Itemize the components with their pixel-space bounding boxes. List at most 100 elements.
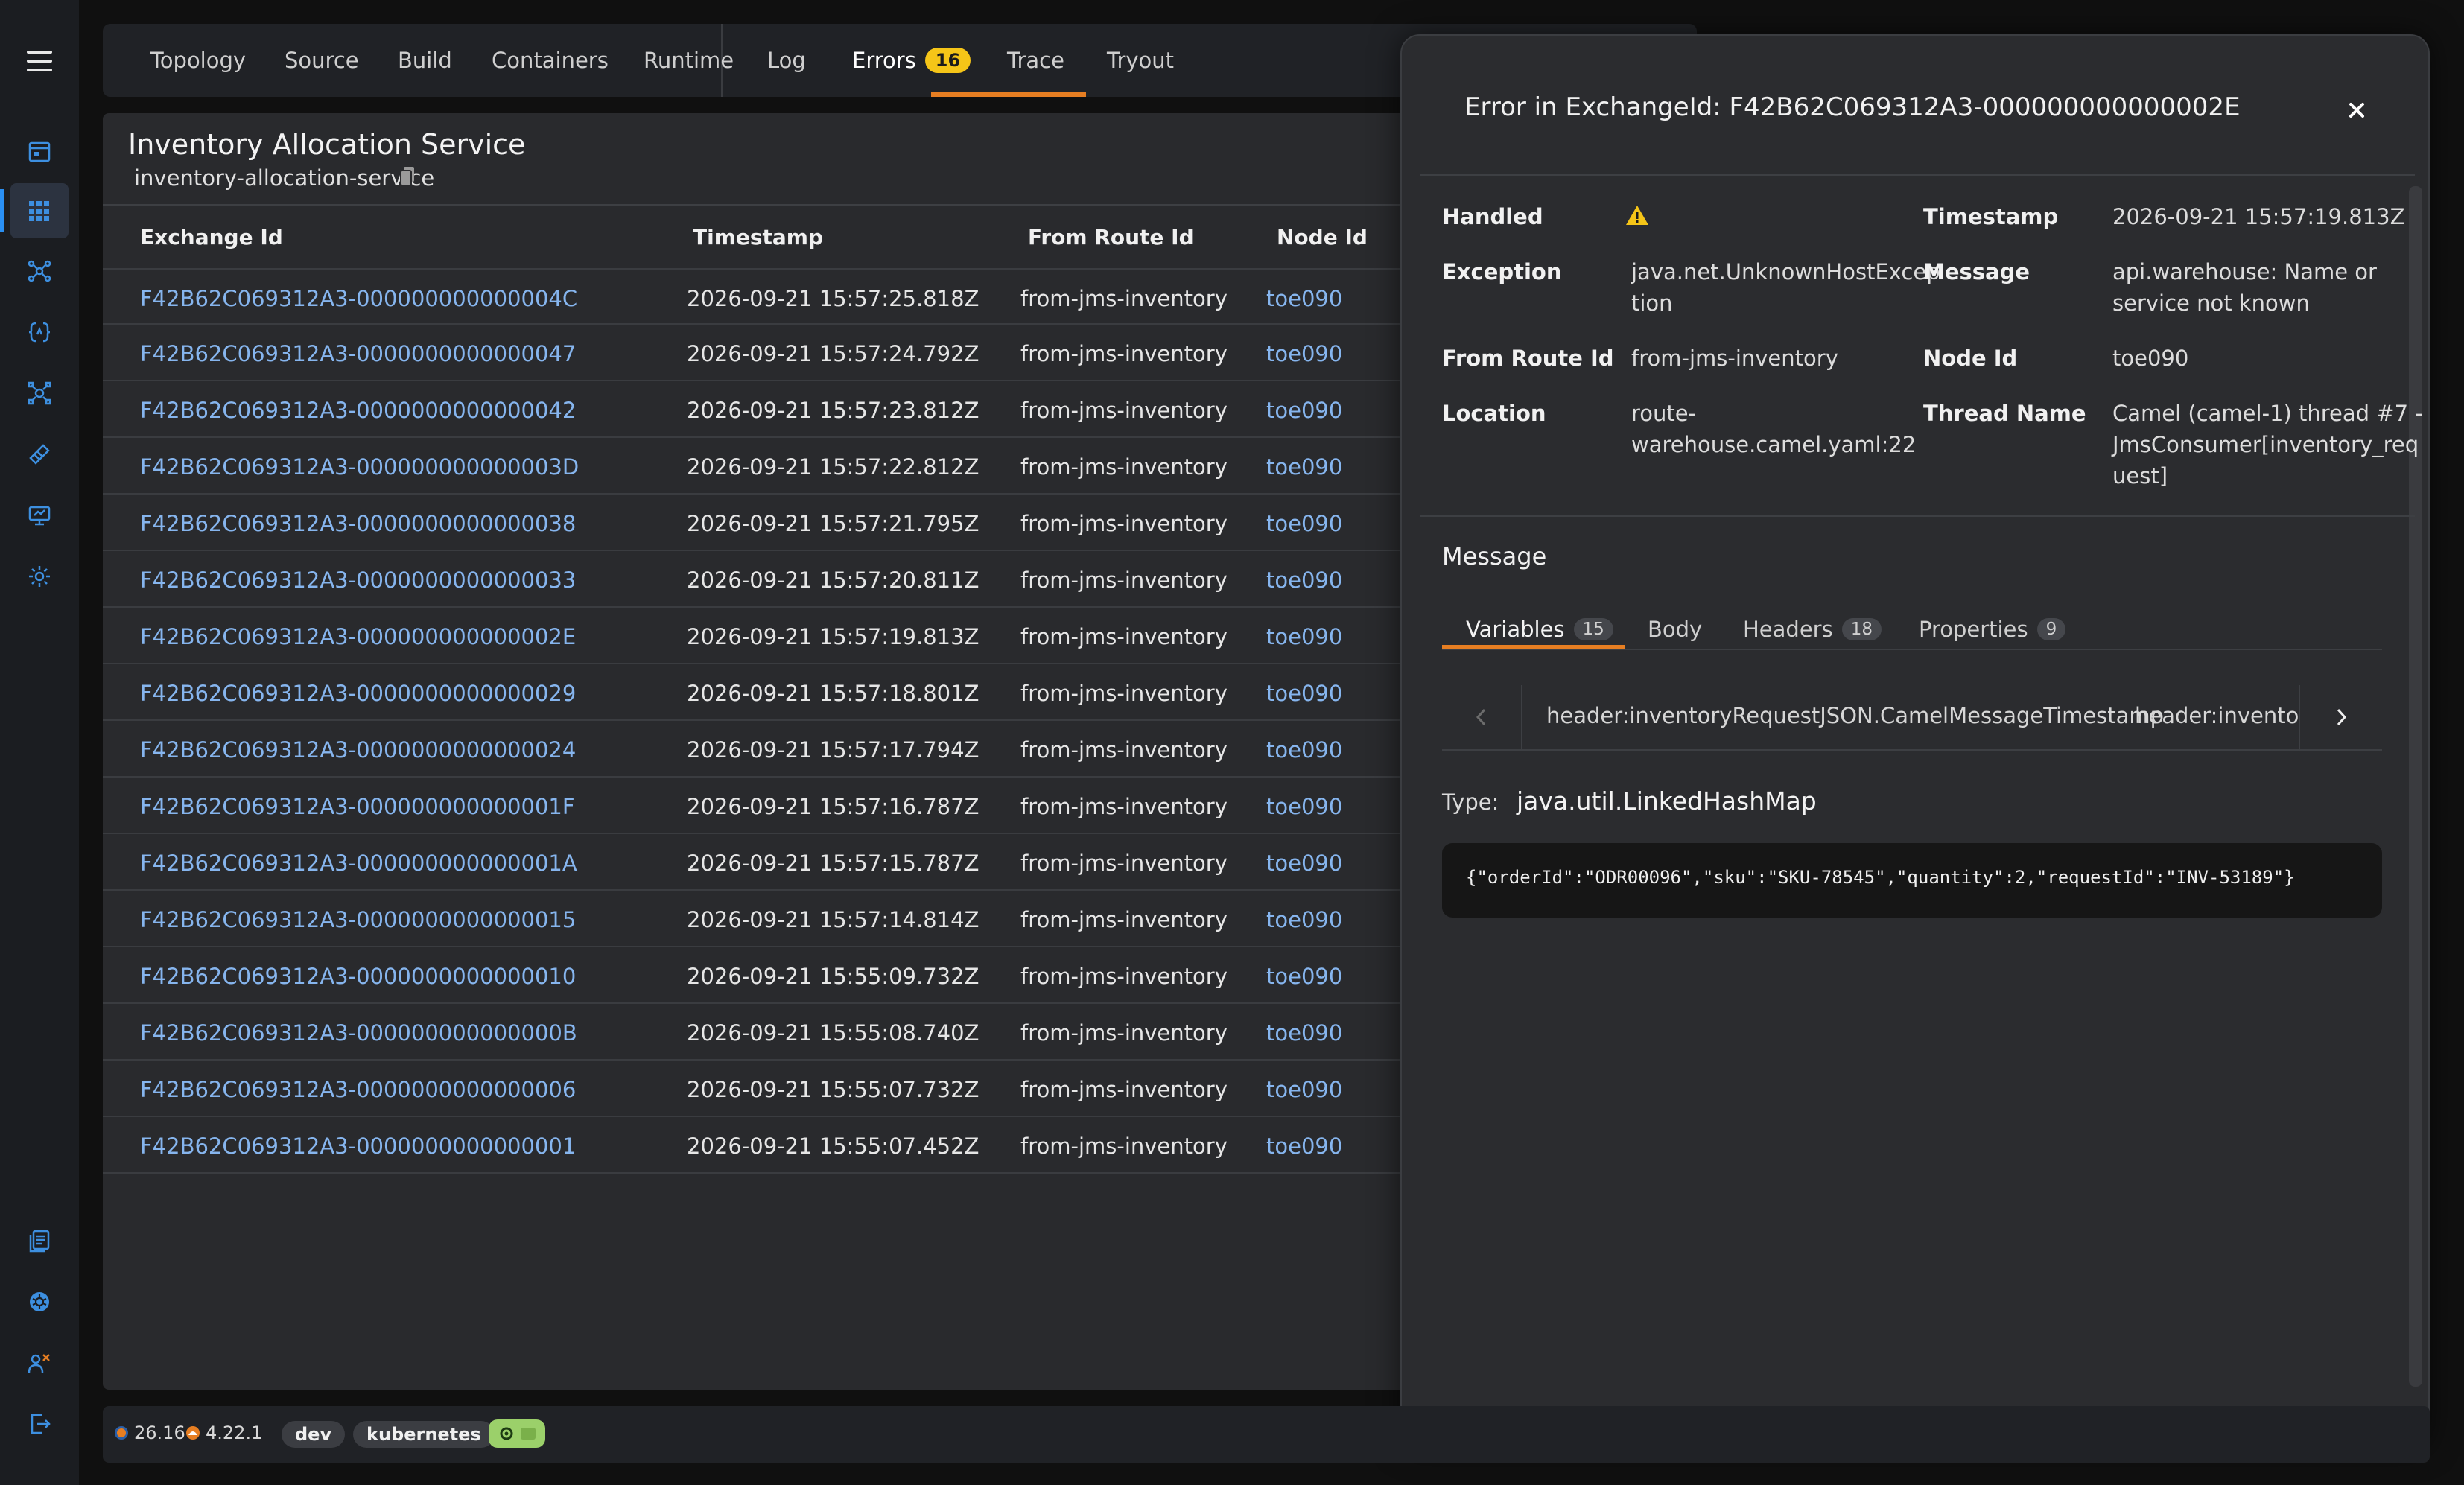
documents-icon[interactable] (25, 1226, 54, 1256)
headers-count: 18 (1841, 618, 1882, 640)
message-value-line-2: service not known (2112, 290, 2310, 316)
service-title: Inventory Allocation Service (128, 128, 526, 161)
variable-item[interactable]: header:inventoryRequestJSON.CamelMessage… (1546, 703, 2164, 728)
node-id-cell[interactable]: toe090 (1266, 681, 1342, 706)
dev-mode-toggle[interactable] (489, 1419, 545, 1448)
scroll-right-button[interactable] (2299, 685, 2382, 749)
node-id-cell[interactable]: toe090 (1266, 850, 1342, 876)
from-route-cell: from-jms-inventory (1020, 286, 1228, 311)
tab-build[interactable]: Build (398, 24, 452, 97)
exchange-id-cell[interactable]: F42B62C069312A3-0000000000000042 (140, 398, 576, 423)
subtab-properties[interactable]: Properties 9 (1919, 617, 2066, 642)
tab-errors[interactable]: Errors 16 (852, 24, 971, 97)
node-id-cell[interactable]: toe090 (1266, 737, 1342, 763)
subtab-variables[interactable]: Variables 15 (1466, 617, 1613, 642)
from-route-cell: from-jms-inventory (1020, 1133, 1228, 1159)
col-header-node-id[interactable]: Node Id (1277, 225, 1368, 249)
node-id-cell[interactable]: toe090 (1266, 1077, 1342, 1102)
node-id-cell[interactable]: toe090 (1266, 794, 1342, 819)
from-route-cell: from-jms-inventory (1020, 624, 1228, 649)
monitor-icon[interactable] (25, 500, 54, 530)
exchange-id-cell[interactable]: F42B62C069312A3-000000000000003D (140, 454, 579, 480)
tab-log[interactable]: Log (767, 24, 806, 97)
tab-tryout[interactable]: Tryout (1107, 24, 1174, 97)
node-id-cell[interactable]: toe090 (1266, 286, 1342, 311)
exchange-id-cell[interactable]: F42B62C069312A3-000000000000000B (140, 1020, 577, 1046)
node-id-cell[interactable]: toe090 (1266, 567, 1342, 593)
timestamp-value: 2026-09-21 15:57:19.813Z (2112, 204, 2405, 229)
exchange-id-cell[interactable]: F42B62C069312A3-000000000000004C (140, 286, 577, 311)
exchange-id-cell[interactable]: F42B62C069312A3-0000000000000029 (140, 681, 576, 706)
errors-count-badge: 16 (924, 48, 971, 73)
copy-icon[interactable] (399, 165, 416, 188)
tab-trace[interactable]: Trace (1007, 24, 1064, 97)
from-route-cell: from-jms-inventory (1020, 1020, 1228, 1046)
close-icon[interactable] (2343, 97, 2370, 124)
exchange-id-cell[interactable]: F42B62C069312A3-0000000000000006 (140, 1077, 576, 1102)
settings-icon[interactable] (25, 562, 54, 591)
node-id-cell[interactable]: toe090 (1266, 341, 1342, 366)
variables-count: 15 (1573, 618, 1613, 640)
timestamp-cell: 2026-09-21 15:57:22.812Z (687, 454, 979, 480)
node-id-cell[interactable]: toe090 (1266, 907, 1342, 932)
properties-count: 9 (2036, 618, 2066, 640)
col-header-timestamp[interactable]: Timestamp (693, 225, 823, 249)
kubernetes-icon[interactable] (25, 1287, 54, 1317)
exchange-id-cell[interactable]: F42B62C069312A3-0000000000000047 (140, 341, 576, 366)
exchange-id-cell[interactable]: F42B62C069312A3-0000000000000001 (140, 1133, 576, 1159)
from-route-cell: from-jms-inventory (1020, 681, 1228, 706)
exchange-id-cell[interactable]: F42B62C069312A3-0000000000000024 (140, 737, 576, 763)
col-header-from-route-id[interactable]: From Route Id (1028, 225, 1194, 249)
users-access-icon[interactable] (25, 1348, 54, 1378)
warning-icon (1626, 206, 1648, 225)
tab-runtime[interactable]: Runtime (644, 24, 734, 97)
exchange-id-cell[interactable]: F42B62C069312A3-0000000000000033 (140, 567, 576, 593)
thread-name-label: Thread Name (1923, 401, 2086, 426)
exchange-id-cell[interactable]: F42B62C069312A3-000000000000001A (140, 850, 577, 876)
node-id-cell[interactable]: toe090 (1266, 624, 1342, 649)
apps-grid-icon[interactable] (25, 197, 54, 226)
dashboard-icon[interactable] (25, 137, 54, 167)
thread-name-line-3: uest] (2112, 463, 2168, 489)
integrations-icon[interactable] (25, 317, 54, 347)
node-id-cell[interactable]: toe090 (1266, 1020, 1342, 1046)
logout-icon[interactable] (25, 1409, 54, 1439)
version-a: 26.16 (113, 1422, 185, 1443)
tab-containers[interactable]: Containers (492, 24, 609, 97)
exchange-id-cell[interactable]: F42B62C069312A3-0000000000000015 (140, 907, 576, 932)
message-value-line-1: api.warehouse: Name or (2112, 259, 2377, 284)
node-id-cell[interactable]: toe090 (1266, 964, 1342, 989)
type-label: Type: (1442, 789, 1499, 815)
from-route-cell: from-jms-inventory (1020, 398, 1228, 423)
exchange-id-cell[interactable]: F42B62C069312A3-0000000000000038 (140, 511, 576, 536)
node-id-cell[interactable]: toe090 (1266, 454, 1342, 480)
platform-badge: kubernetes (353, 1421, 495, 1448)
from-route-cell: from-jms-inventory (1020, 850, 1228, 876)
location-label: Location (1442, 401, 1546, 426)
exchange-id-cell[interactable]: F42B62C069312A3-000000000000002E (140, 624, 576, 649)
exchange-id-cell[interactable]: F42B62C069312A3-000000000000001F (140, 794, 575, 819)
chevron-right-icon (2337, 708, 2347, 726)
scroll-left-button[interactable] (1442, 685, 1522, 749)
node-id-cell[interactable]: toe090 (1266, 1133, 1342, 1159)
subtab-body[interactable]: Body (1648, 617, 1702, 642)
from-route-cell: from-jms-inventory (1020, 341, 1228, 366)
exchange-id-cell[interactable]: F42B62C069312A3-0000000000000010 (140, 964, 576, 989)
kamelets-icon[interactable] (25, 378, 54, 408)
status-bar: 26.16 4.22.1 dev kubernetes (103, 1406, 2430, 1463)
route-icon[interactable] (25, 439, 54, 469)
version-b: 4.22.1 (185, 1422, 262, 1443)
exception-label: Exception (1442, 259, 1562, 284)
node-id-cell[interactable]: toe090 (1266, 398, 1342, 423)
topology-icon[interactable] (25, 256, 54, 286)
col-header-exchange-id[interactable]: Exchange Id (140, 225, 283, 249)
from-route-value: from-jms-inventory (1631, 346, 1838, 371)
menu-icon[interactable] (27, 51, 52, 76)
tab-source[interactable]: Source (285, 24, 359, 97)
drawer-scrollbar[interactable] (2409, 186, 2422, 1387)
exception-value-line-2: tion (1631, 290, 1673, 316)
tab-topology[interactable]: Topology (150, 24, 246, 97)
node-id-cell[interactable]: toe090 (1266, 511, 1342, 536)
type-value: java.util.LinkedHashMap (1517, 786, 1817, 815)
subtab-headers[interactable]: Headers 18 (1743, 617, 1882, 642)
